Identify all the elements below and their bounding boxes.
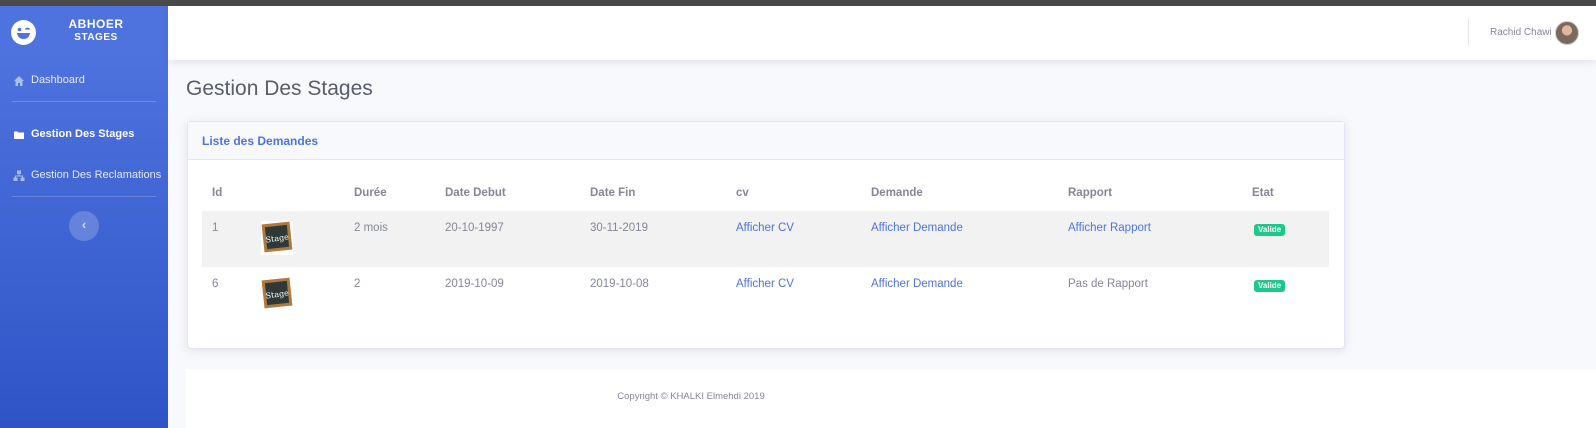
- sidebar-item-label: Gestion Des Reclamations: [31, 169, 162, 181]
- copyright-text: Copyright © KHALKI Elmehdi 2019: [617, 391, 765, 402]
- demandes-card: Liste des Demandes Id Durée Date Debut D…: [187, 121, 1345, 349]
- cell-id: 6: [212, 278, 219, 290]
- brand-name: ABHOER STAGES: [52, 17, 140, 45]
- cell-date-fin: 30-11-2019: [590, 222, 648, 234]
- topbar-divider: [1468, 18, 1469, 46]
- stage-thumbnail: Stage: [260, 220, 294, 256]
- afficher-demande-link[interactable]: Afficher Demande: [871, 222, 963, 234]
- sidebar-brand[interactable]: ABHOER STAGES: [0, 6, 168, 62]
- laugh-wink-icon: [11, 20, 36, 45]
- chevron-left-icon: ‹: [81, 217, 87, 232]
- afficher-cv-link[interactable]: Afficher CV: [736, 278, 794, 290]
- table-row: [202, 267, 1329, 323]
- sidebar-item-dashboard[interactable]: Dashboard: [0, 71, 168, 91]
- cell-date-debut: 2019-10-09: [445, 278, 504, 290]
- column-header-etat: Etat: [1252, 187, 1274, 199]
- sidebar: ABHOER STAGES Dashboard Gestion Des Stag…: [0, 6, 168, 428]
- user-name[interactable]: Rachid Chawi: [1490, 27, 1552, 38]
- cell-rapport: Pas de Rapport: [1068, 278, 1148, 290]
- column-header-date-fin: Date Fin: [590, 187, 636, 199]
- topbar: Rachid Chawi: [168, 6, 1596, 60]
- sidebar-item-label: Gestion Des Stages: [31, 128, 135, 140]
- column-header-duree: Durée: [354, 187, 387, 199]
- column-header-date-debut: Date Debut: [445, 187, 506, 199]
- sidebar-divider: [12, 101, 156, 102]
- cell-date-debut: 20-10-1997: [445, 222, 504, 234]
- page-title: Gestion Des Stages: [186, 77, 373, 100]
- status-badge: Valide: [1254, 224, 1286, 236]
- avatar[interactable]: [1555, 21, 1579, 45]
- column-header-id: Id: [212, 187, 223, 199]
- sidebar-item-label: Dashboard: [31, 74, 85, 86]
- column-header-rapport: Rapport: [1068, 187, 1113, 199]
- cell-duree: 2 mois: [354, 222, 388, 234]
- brand-line-2: STAGES: [74, 32, 118, 43]
- column-header-demande: Demande: [871, 187, 923, 199]
- folder-icon: [13, 129, 25, 141]
- stage-thumbnail: Stage: [260, 276, 294, 312]
- sidebar-item-stages[interactable]: Gestion Des Stages: [0, 125, 168, 145]
- sidebar-item-reclamations[interactable]: Gestion Des Reclamations: [0, 166, 168, 186]
- cell-duree: 2: [354, 278, 361, 290]
- footer: Copyright © KHALKI Elmehdi 2019: [186, 369, 1596, 428]
- sidebar-toggle-button[interactable]: ‹: [69, 211, 99, 241]
- sitemap-icon: [13, 170, 25, 182]
- column-header-cv: cv: [736, 187, 749, 199]
- cell-date-fin: 2019-10-08: [590, 278, 649, 290]
- card-header: Liste des Demandes: [188, 122, 1344, 160]
- card-title: Liste des Demandes: [202, 134, 319, 148]
- status-badge: Valide: [1254, 280, 1286, 292]
- table-row: [202, 211, 1329, 267]
- afficher-cv-link[interactable]: Afficher CV: [736, 222, 794, 234]
- brand-line-1: ABHOER: [68, 17, 124, 31]
- sidebar-divider: [12, 196, 156, 197]
- afficher-rapport-link[interactable]: Afficher Rapport: [1068, 222, 1151, 234]
- afficher-demande-link[interactable]: Afficher Demande: [871, 278, 963, 290]
- cell-id: 1: [212, 222, 219, 234]
- home-icon: [13, 75, 25, 87]
